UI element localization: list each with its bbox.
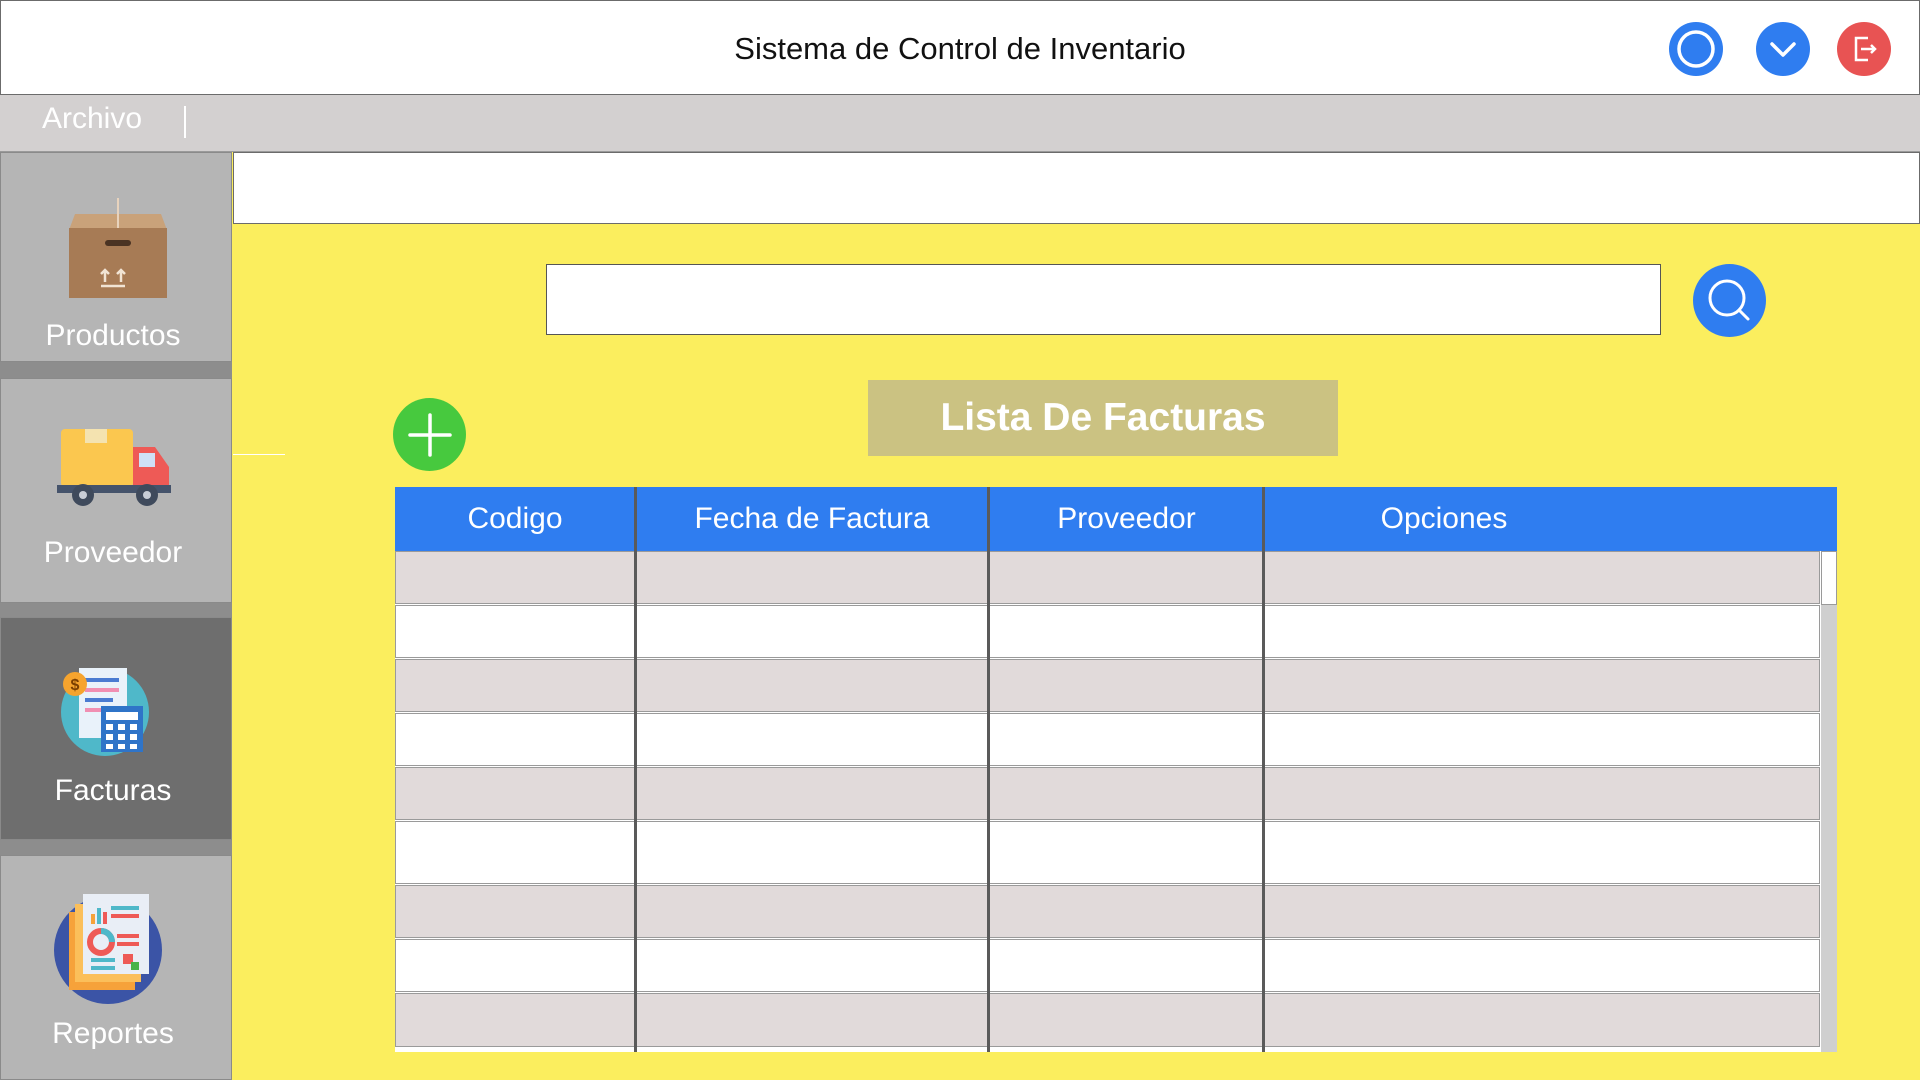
plus-icon	[407, 412, 452, 457]
scrollbar-thumb[interactable]	[1821, 551, 1837, 605]
circle-icon	[1677, 30, 1715, 68]
column-header-opciones[interactable]: Opciones	[1266, 487, 1622, 551]
divider	[233, 454, 285, 455]
column-header-proveedor[interactable]: Proveedor	[990, 487, 1263, 551]
column-header-codigo[interactable]: Codigo	[395, 487, 635, 551]
sidebar-item-reportes[interactable]: Reportes	[0, 855, 232, 1080]
invoice-icon: $	[61, 668, 149, 756]
sidebar-label-productos: Productos	[45, 319, 181, 352]
exit-icon	[1854, 36, 1877, 62]
table-row[interactable]	[395, 821, 1820, 884]
sidebar-item-proveedor[interactable]: Proveedor	[0, 378, 232, 603]
window-title: Sistema de Control de Inventario	[734, 31, 1186, 66]
search-button[interactable]	[1693, 264, 1766, 337]
list-title: Lista De Facturas	[868, 380, 1338, 456]
search-icon	[1708, 279, 1749, 320]
table-row[interactable]	[395, 885, 1820, 938]
sidebar-item-productos[interactable]: Productos	[0, 152, 232, 362]
menu-bar	[0, 95, 1920, 152]
table-row[interactable]	[395, 659, 1820, 712]
sidebar-label-facturas: Facturas	[54, 774, 172, 807]
table-row[interactable]	[395, 767, 1820, 820]
table-row[interactable]	[395, 605, 1820, 658]
box-icon	[69, 198, 167, 298]
truck-icon	[57, 429, 171, 506]
table-row[interactable]	[395, 551, 1820, 604]
menu-separator	[184, 106, 186, 138]
column-header-fecha[interactable]: Fecha de Factura	[637, 487, 987, 551]
report-icon	[54, 894, 162, 1004]
search-input[interactable]	[546, 264, 1661, 335]
menu-archivo[interactable]: Archivo	[42, 102, 142, 136]
maximize-button[interactable]	[1669, 22, 1723, 76]
add-invoice-button[interactable]	[393, 398, 466, 471]
column-divider	[1262, 487, 1265, 1052]
svg-text:$: $	[71, 677, 80, 694]
column-divider	[987, 487, 990, 1052]
table-row[interactable]	[395, 713, 1820, 766]
exit-button[interactable]	[1837, 22, 1891, 76]
sidebar-label-proveedor: Proveedor	[43, 536, 183, 569]
table-row[interactable]	[395, 993, 1820, 1047]
table-scrollbar[interactable]	[1821, 551, 1837, 1052]
chevron-down-icon	[1770, 42, 1796, 57]
sidebar-item-facturas[interactable]: $ Facturas	[0, 617, 232, 840]
column-divider	[634, 487, 637, 1052]
sidebar-label-reportes: Reportes	[52, 1017, 174, 1050]
header-panel	[233, 152, 1920, 224]
table-row[interactable]	[395, 939, 1820, 992]
minimize-button[interactable]	[1756, 22, 1810, 76]
